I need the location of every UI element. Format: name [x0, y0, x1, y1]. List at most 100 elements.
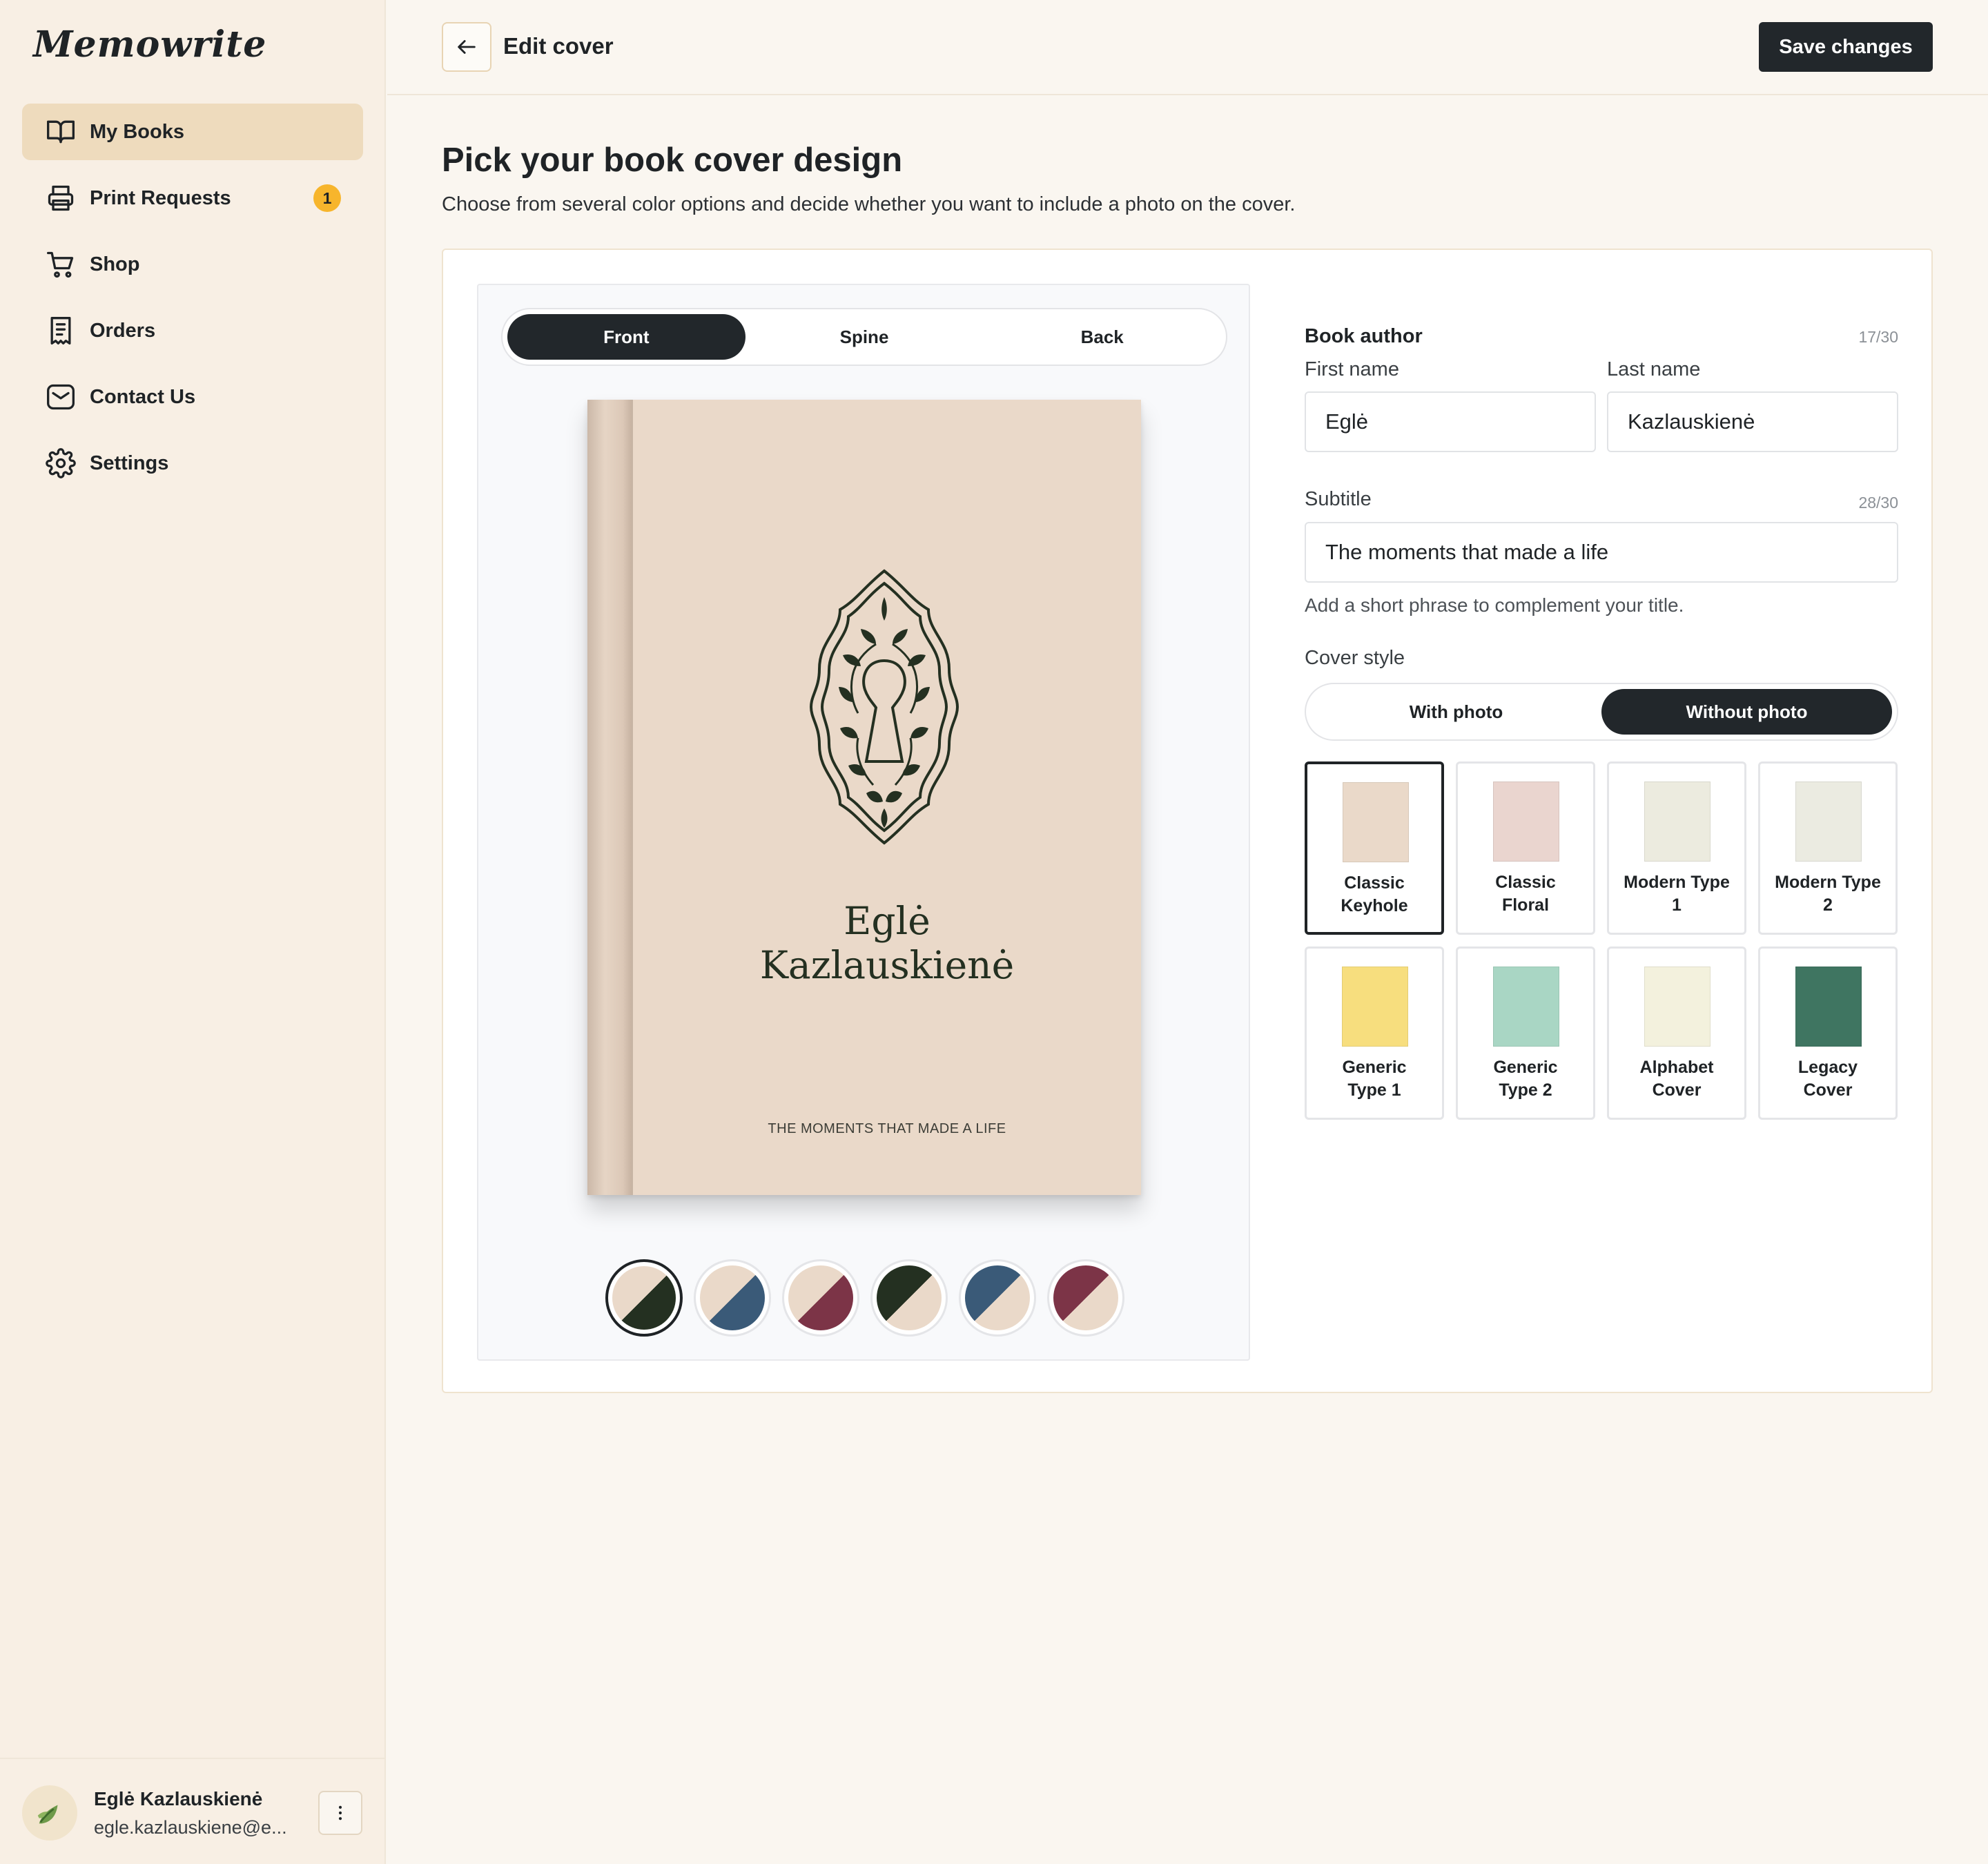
design-label: Alphabet Cover — [1639, 1058, 1714, 1100]
book-open-icon — [46, 117, 76, 147]
gear-icon — [46, 448, 76, 478]
design-tile-modern-type-1[interactable]: Modern Type 1 — [1607, 761, 1746, 935]
design-label: Classic Keyhole — [1341, 873, 1408, 915]
swatch-color — [1053, 1265, 1118, 1330]
top-bar: Edit cover Save changes — [387, 0, 1988, 95]
swatch-color — [788, 1265, 853, 1330]
design-label: Legacy Cover — [1797, 1058, 1858, 1100]
design-tile-classic-floral[interactable]: Classic Floral — [1456, 761, 1595, 935]
book-cover-first-name: Eglė — [844, 899, 930, 943]
color-swatch[interactable] — [694, 1259, 771, 1337]
design-tile-generic-type-2[interactable]: Generic Type 2 — [1456, 946, 1595, 1120]
user-email: egle.kazlauskiene@e... — [94, 1817, 287, 1838]
book-cover-last-name: Kazlauskienė — [759, 943, 1015, 987]
book-cover-preview: Eglė Kazlauskienė THE MOMENTS THAT MADE … — [587, 400, 1141, 1195]
color-swatch[interactable] — [782, 1259, 859, 1337]
page-heading: Edit cover — [503, 33, 614, 59]
page-title: Pick your book cover design — [442, 142, 903, 179]
design-thumbnail — [1644, 781, 1711, 862]
design-tile-generic-type-1[interactable]: Generic Type 1 — [1305, 946, 1444, 1120]
swatch-color — [612, 1266, 676, 1330]
design-thumbnail — [1493, 781, 1559, 862]
last-name-label: Last name — [1607, 358, 1701, 380]
leaf-icon — [37, 1805, 58, 1824]
swatch-color — [700, 1265, 765, 1330]
color-swatch[interactable] — [1047, 1259, 1124, 1337]
subtitle-label: Subtitle — [1305, 488, 1372, 510]
printer-icon — [46, 183, 76, 213]
tab-back[interactable]: Back — [983, 314, 1221, 360]
more-vertical-icon — [338, 1805, 342, 1821]
sidebar: Memowrite My Books Print Requests 1 Shop — [0, 0, 386, 1864]
sidebar-nav: My Books Print Requests 1 Shop Orders Co… — [22, 104, 363, 501]
book-cover-subtitle: THE MOMENTS THAT MADE A LIFE — [768, 1121, 1006, 1136]
sidebar-item-label: My Books — [90, 120, 184, 143]
sidebar-item-label: Settings — [90, 452, 169, 474]
cover-style-label: Cover style — [1305, 647, 1405, 669]
sidebar-item-label: Shop — [90, 253, 140, 275]
design-label: Classic Floral — [1495, 873, 1556, 915]
sidebar-item-settings[interactable]: Settings — [22, 435, 363, 492]
color-swatch[interactable] — [605, 1259, 683, 1337]
sidebar-item-print-requests[interactable]: Print Requests 1 — [22, 170, 363, 226]
first-name-label: First name — [1305, 358, 1399, 380]
design-label: Generic Type 1 — [1342, 1058, 1407, 1100]
without-photo-option[interactable]: Without photo — [1601, 689, 1892, 735]
app-logo[interactable]: Memowrite — [33, 23, 266, 66]
save-changes-button[interactable]: Save changes — [1759, 22, 1933, 72]
sidebar-item-label: Orders — [90, 319, 156, 342]
color-swatch[interactable] — [959, 1259, 1036, 1337]
design-thumbnail — [1493, 967, 1559, 1047]
view-tabs: Front Spine Back — [501, 308, 1227, 366]
cover-editor-card: Front Spine Back Eglė Kazlauskienė THE M… — [442, 249, 1933, 1393]
first-name-input[interactable] — [1305, 391, 1596, 452]
sidebar-item-orders[interactable]: Orders — [22, 302, 363, 359]
keyhole-emblem-icon — [809, 569, 959, 845]
tab-front[interactable]: Front — [507, 314, 746, 360]
avatar[interactable] — [22, 1785, 77, 1841]
swatch-color — [965, 1265, 1030, 1330]
design-label: Generic Type 2 — [1493, 1058, 1558, 1100]
design-label: Modern Type 2 — [1775, 873, 1881, 915]
subtitle-help-text: Add a short phrase to complement your ti… — [1305, 594, 1684, 616]
author-char-counter: 17/30 — [1858, 328, 1898, 346]
design-thumbnail — [1343, 782, 1409, 862]
with-photo-option[interactable]: With photo — [1311, 689, 1601, 735]
tab-spine[interactable]: Spine — [746, 314, 984, 360]
design-label: Modern Type 1 — [1624, 873, 1730, 915]
design-tile-modern-type-2[interactable]: Modern Type 2 — [1758, 761, 1898, 935]
sidebar-item-my-books[interactable]: My Books — [22, 104, 363, 160]
swatch-color — [877, 1265, 942, 1330]
receipt-icon — [46, 315, 76, 346]
user-profile: Eglė Kazlauskienė egle.kazlauskiene@e... — [0, 1758, 384, 1864]
design-tile-alphabet-cover[interactable]: Alphabet Cover — [1607, 946, 1746, 1120]
cart-icon — [46, 249, 76, 280]
cover-style-toggle: With photo Without photo — [1305, 683, 1898, 741]
subtitle-input[interactable] — [1305, 522, 1898, 583]
arrow-left-icon — [458, 40, 476, 54]
author-section-label: Book author — [1305, 325, 1423, 347]
subtitle-char-counter: 28/30 — [1858, 494, 1898, 512]
back-button[interactable] — [442, 22, 491, 72]
sidebar-item-shop[interactable]: Shop — [22, 236, 363, 293]
design-tile-classic-keyhole[interactable]: Classic Keyhole — [1305, 761, 1444, 935]
mail-icon — [46, 382, 76, 412]
book-spine — [587, 400, 633, 1195]
print-requests-badge: 1 — [313, 184, 341, 212]
user-name: Eglė Kazlauskienė — [94, 1788, 263, 1809]
design-thumbnail — [1644, 967, 1711, 1047]
user-menu-button[interactable] — [318, 1791, 362, 1835]
color-swatches — [605, 1259, 1136, 1337]
sidebar-item-label: Print Requests — [90, 186, 231, 209]
page-description: Choose from several color options and de… — [442, 193, 1296, 215]
sidebar-item-label: Contact Us — [90, 385, 196, 408]
design-thumbnail — [1795, 967, 1862, 1047]
design-thumbnail — [1795, 781, 1862, 862]
design-tile-legacy-cover[interactable]: Legacy Cover — [1758, 946, 1898, 1120]
cover-design-grid: Classic Keyhole Classic Floral Modern Ty… — [1305, 761, 1898, 1120]
design-thumbnail — [1342, 967, 1408, 1047]
sidebar-item-contact-us[interactable]: Contact Us — [22, 369, 363, 425]
last-name-input[interactable] — [1607, 391, 1898, 452]
cover-preview-panel: Front Spine Back Eglė Kazlauskienė THE M… — [477, 284, 1250, 1361]
color-swatch[interactable] — [870, 1259, 948, 1337]
